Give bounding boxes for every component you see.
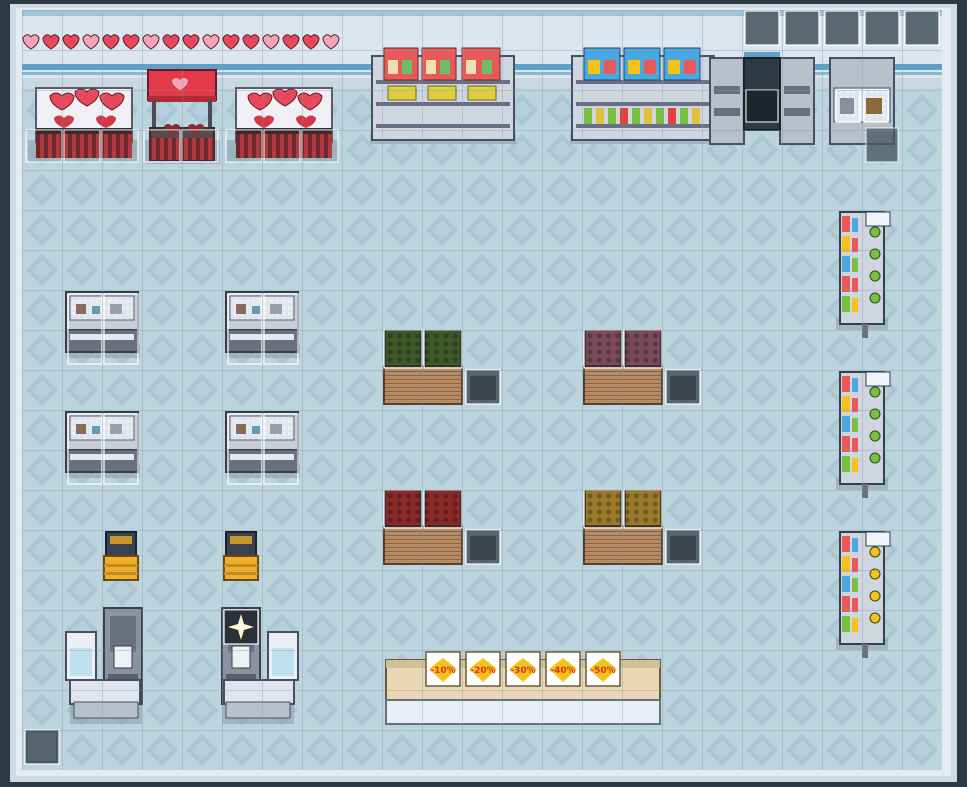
sale-tag[interactable]: -10%: [425, 651, 461, 687]
drink-boxes: [583, 47, 701, 81]
drinks-shelf[interactable]: [570, 47, 716, 144]
magazine-rack[interactable]: [836, 211, 891, 338]
sparkle-icon[interactable]: [223, 609, 259, 645]
glass-display-counter[interactable]: [225, 411, 300, 485]
sale-tag[interactable]: -40%: [545, 651, 581, 687]
sale-tag-label: -40%: [550, 666, 575, 676]
inventory-slot[interactable]: [824, 10, 860, 46]
inventory-slot[interactable]: [744, 10, 780, 46]
sale-tag[interactable]: -50%: [585, 651, 621, 687]
sale-tag-label: -20%: [470, 666, 495, 676]
inventory-slot[interactable]: [864, 10, 900, 46]
magazine-rack[interactable]: [836, 371, 891, 498]
basket-stand-right[interactable]: [223, 531, 259, 581]
glass-display-counter[interactable]: [225, 291, 300, 365]
game-map: -10% -20% -30% -40% -50%: [0, 0, 967, 787]
snack-shelf[interactable]: [370, 47, 516, 144]
magazine-rack[interactable]: [836, 531, 891, 658]
glass-display-counter[interactable]: [65, 291, 140, 365]
valentine-table-left[interactable]: [28, 87, 138, 162]
glass-display-counter[interactable]: [65, 411, 140, 485]
basket-stand-left[interactable]: [103, 531, 139, 581]
sale-table[interactable]: -10% -20% -30% -40% -50%: [385, 651, 661, 725]
sale-tag-label: -50%: [590, 666, 615, 676]
inventory-slot[interactable]: [904, 10, 940, 46]
back-door[interactable]: [743, 52, 781, 131]
sale-tag-label: -30%: [510, 666, 535, 676]
sale-tags: -10% -20% -30% -40% -50%: [425, 651, 621, 687]
wall-racks-right: [836, 211, 891, 658]
valentine-table-right[interactable]: [226, 87, 338, 162]
map-canvas: -10% -20% -30% -40% -50%: [0, 0, 967, 787]
snack-boxes: [383, 47, 501, 101]
sale-tag[interactable]: -20%: [465, 651, 501, 687]
sale-tag[interactable]: -30%: [505, 651, 541, 687]
inventory-slot[interactable]: [784, 10, 820, 46]
sale-tag-label: -10%: [430, 666, 455, 676]
inventory-slots: [744, 10, 940, 46]
trash-bin[interactable]: [24, 729, 60, 765]
